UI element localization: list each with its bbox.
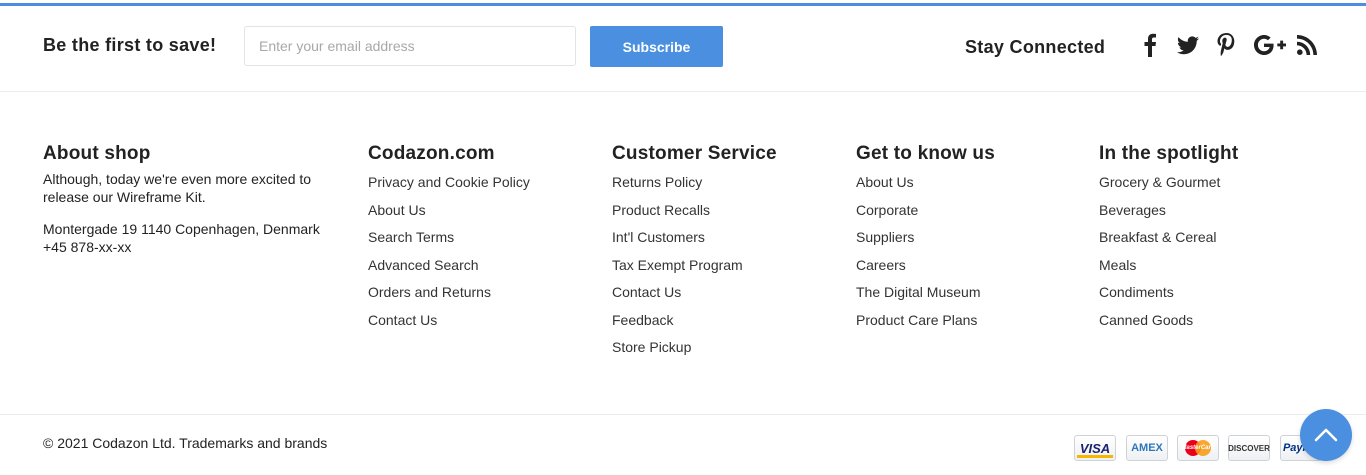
amex-icon: AMEX — [1126, 435, 1168, 461]
footer-link[interactable]: Privacy and Cookie Policy — [368, 174, 530, 190]
list-item: About Us — [368, 200, 530, 228]
list-item: Returns Policy — [612, 172, 777, 200]
footer-link[interactable]: Advanced Search — [368, 257, 479, 273]
discover-icon: DISCOVER — [1228, 435, 1270, 461]
stay-connected-title: Stay Connected — [965, 37, 1106, 57]
list-item: Contact Us — [368, 310, 530, 338]
google-plus-icon[interactable] — [1253, 30, 1287, 60]
footer-link[interactable]: Beverages — [1099, 202, 1166, 218]
about-shop-column: About shop Although, today we're even mo… — [43, 142, 343, 256]
rss-icon[interactable] — [1292, 30, 1322, 60]
mastercard-label: MasterCard — [1181, 445, 1215, 451]
list-item: Search Terms — [368, 227, 530, 255]
column-title: Codazon.com — [368, 143, 495, 164]
list-item: Careers — [856, 255, 995, 283]
column-title: In the spotlight — [1099, 143, 1239, 164]
list-item: Feedback — [612, 310, 777, 338]
list-item: The Digital Museum — [856, 282, 995, 310]
twitter-icon[interactable] — [1173, 30, 1203, 60]
footer-link[interactable]: Condiments — [1099, 284, 1174, 300]
chevron-up-icon — [1314, 428, 1338, 442]
about-shop-title: About shop — [43, 143, 151, 164]
footer-link[interactable]: Store Pickup — [612, 339, 691, 355]
list-item: Int'l Customers — [612, 227, 777, 255]
list-item: Product Recalls — [612, 200, 777, 228]
facebook-icon[interactable] — [1135, 30, 1165, 60]
link-list: Privacy and Cookie Policy About Us Searc… — [368, 172, 530, 337]
mastercard-icon: MasterCard — [1177, 435, 1219, 461]
in-the-spotlight-column: In the spotlight Grocery & Gourmet Bever… — [1099, 142, 1238, 337]
column-title: Customer Service — [612, 143, 777, 164]
about-shop-address: Montergade 19 1140 Copenhagen, Denmark +… — [43, 220, 343, 256]
copyright-text: © 2021 Codazon Ltd. Trademarks and brand… — [43, 435, 328, 451]
footer-link[interactable]: About Us — [856, 174, 914, 190]
footer-link[interactable]: Tax Exempt Program — [612, 257, 743, 273]
list-item: Privacy and Cookie Policy — [368, 172, 530, 200]
list-item: Meals — [1099, 255, 1238, 283]
pinterest-icon[interactable] — [1211, 30, 1241, 60]
footer-link[interactable]: Corporate — [856, 202, 918, 218]
footer-link[interactable]: Product Care Plans — [856, 312, 977, 328]
visa-label: VISA — [1079, 440, 1111, 456]
footer-link[interactable]: Meals — [1099, 257, 1136, 273]
phone-line: +45 878-xx-xx — [43, 239, 132, 255]
footer-link[interactable]: Careers — [856, 257, 906, 273]
footer-link[interactable]: Product Recalls — [612, 202, 710, 218]
get-to-know-us-column: Get to know us About Us Corporate Suppli… — [856, 142, 995, 337]
newsletter-title: Be the first to save! — [43, 35, 217, 55]
list-item: Breakfast & Cereal — [1099, 227, 1238, 255]
scroll-to-top-button[interactable] — [1300, 409, 1352, 461]
list-item: Product Care Plans — [856, 310, 995, 338]
address-line: Montergade 19 1140 Copenhagen, Denmark — [43, 221, 320, 237]
footer-bottom-bar: © 2021 Codazon Ltd. Trademarks and brand… — [0, 414, 1366, 475]
subscribe-button[interactable]: Subscribe — [590, 26, 723, 67]
footer-link[interactable]: Contact Us — [612, 284, 681, 300]
list-item: About Us — [856, 172, 995, 200]
list-item: Corporate — [856, 200, 995, 228]
list-item: Advanced Search — [368, 255, 530, 283]
footer-link[interactable]: Suppliers — [856, 229, 914, 245]
link-list: About Us Corporate Suppliers Careers The… — [856, 172, 995, 337]
footer-link[interactable]: The Digital Museum — [856, 284, 981, 300]
list-item: Grocery & Gourmet — [1099, 172, 1238, 200]
list-item: Store Pickup — [612, 337, 777, 365]
footer-link[interactable]: Breakfast & Cereal — [1099, 229, 1217, 245]
discover-label: DISCOVER — [1228, 443, 1270, 453]
about-shop-text: Although, today we're even more excited … — [43, 171, 312, 205]
footer-link[interactable]: Orders and Returns — [368, 284, 491, 300]
link-list: Returns Policy Product Recalls Int'l Cus… — [612, 172, 777, 365]
list-item: Beverages — [1099, 200, 1238, 228]
footer-link[interactable]: Int'l Customers — [612, 229, 705, 245]
footer-link[interactable]: Contact Us — [368, 312, 437, 328]
footer-link[interactable]: Feedback — [612, 312, 673, 328]
customer-service-column: Customer Service Returns Policy Product … — [612, 142, 777, 365]
column-title: Get to know us — [856, 143, 995, 164]
link-list: Grocery & Gourmet Beverages Breakfast & … — [1099, 172, 1238, 337]
list-item: Suppliers — [856, 227, 995, 255]
codazon-column: Codazon.com Privacy and Cookie Policy Ab… — [368, 142, 530, 337]
newsletter-bar: Be the first to save! Subscribe Stay Con… — [0, 6, 1366, 92]
footer-link[interactable]: Returns Policy — [612, 174, 702, 190]
list-item: Condiments — [1099, 282, 1238, 310]
email-input[interactable] — [244, 26, 576, 66]
footer-link[interactable]: Grocery & Gourmet — [1099, 174, 1220, 190]
footer-link[interactable]: Canned Goods — [1099, 312, 1193, 328]
list-item: Canned Goods — [1099, 310, 1238, 338]
footer-link[interactable]: About Us — [368, 202, 426, 218]
visa-icon: VISA — [1074, 435, 1116, 461]
amex-label: AMEX — [1131, 442, 1163, 454]
list-item: Contact Us — [612, 282, 777, 310]
footer-link[interactable]: Search Terms — [368, 229, 454, 245]
list-item: Orders and Returns — [368, 282, 530, 310]
list-item: Tax Exempt Program — [612, 255, 777, 283]
